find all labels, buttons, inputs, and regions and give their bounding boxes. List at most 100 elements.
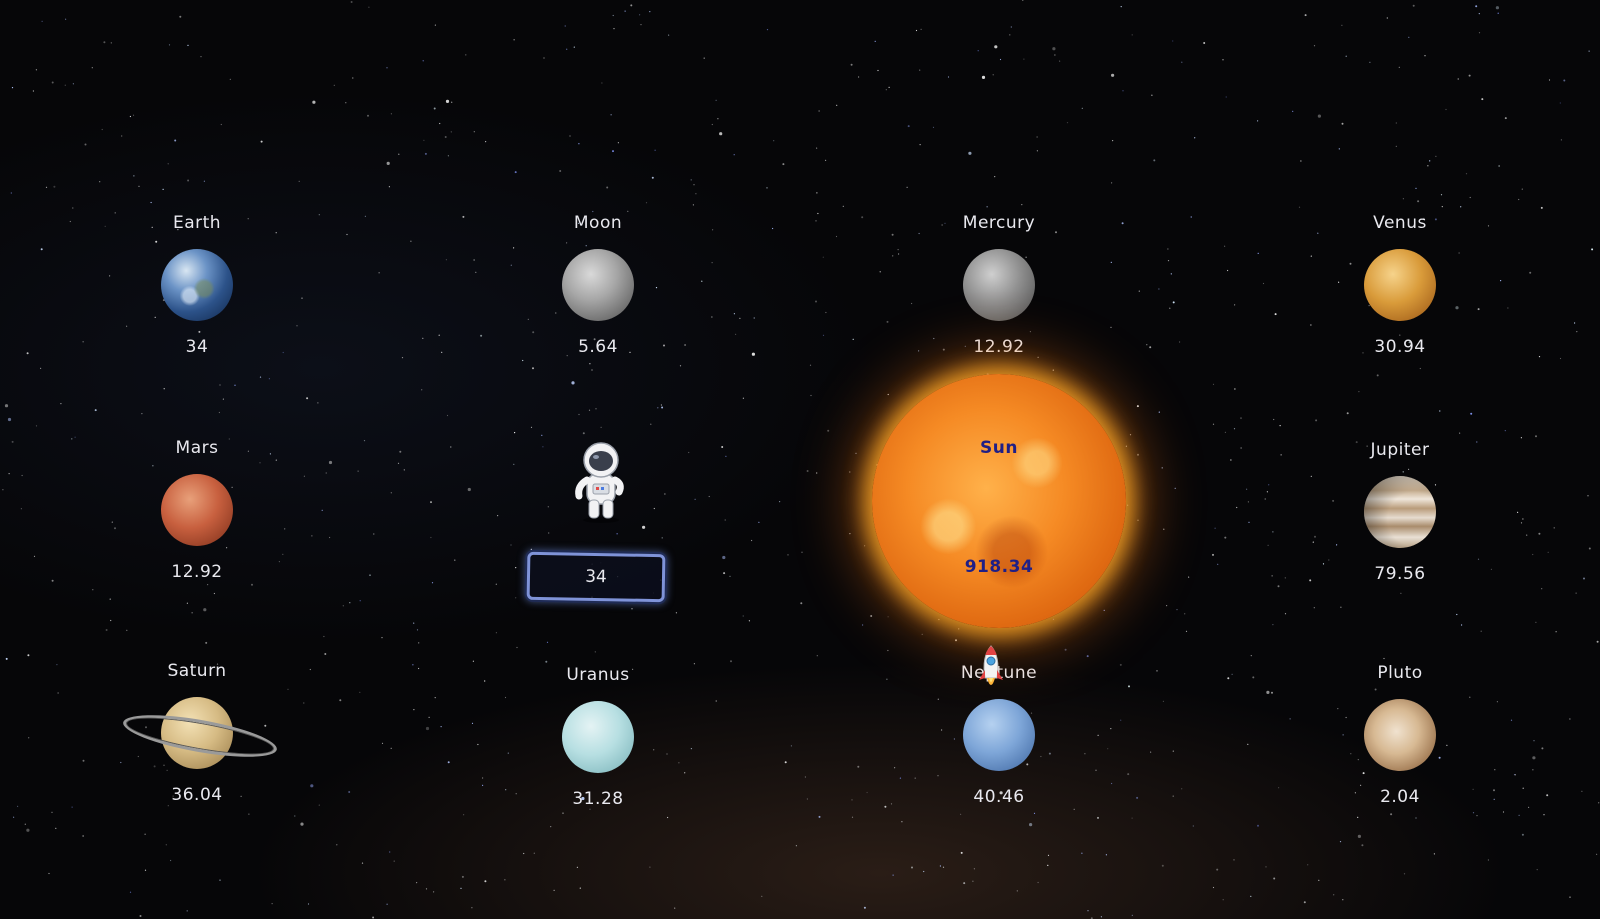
star — [1247, 743, 1249, 746]
mercury-icon — [963, 249, 1035, 321]
star — [1487, 859, 1489, 861]
star — [864, 545, 866, 547]
planet-mars[interactable]: Mars 12.92 — [117, 436, 277, 584]
star — [1470, 412, 1473, 415]
star — [804, 776, 807, 778]
star — [1346, 412, 1349, 415]
planet-moon[interactable]: Moon 5.64 — [518, 211, 678, 359]
star — [7, 417, 12, 422]
star — [1167, 260, 1170, 262]
star — [1313, 607, 1315, 609]
star — [1081, 107, 1083, 109]
star — [1357, 816, 1359, 819]
star — [60, 403, 62, 405]
star — [639, 14, 641, 16]
star — [53, 185, 56, 188]
star — [11, 87, 14, 89]
star — [1230, 459, 1232, 461]
star — [664, 493, 666, 495]
sun[interactable]: Sun 918.34 — [872, 374, 1126, 628]
star — [1341, 24, 1343, 26]
star — [887, 616, 889, 618]
star — [71, 806, 73, 808]
star — [514, 171, 517, 174]
star — [630, 4, 633, 7]
star — [234, 384, 236, 386]
star — [82, 835, 84, 837]
planet-earth[interactable]: Earth 34 — [117, 211, 277, 359]
star — [1233, 859, 1235, 861]
star — [606, 186, 609, 189]
star — [835, 235, 838, 238]
planet-pluto[interactable]: Pluto 2.04 — [1320, 661, 1480, 809]
planet-earth-name: Earth — [172, 213, 222, 233]
star — [92, 589, 94, 591]
star — [446, 414, 449, 417]
star — [795, 845, 798, 847]
planet-moon-name: Moon — [573, 213, 623, 233]
star — [1284, 577, 1286, 579]
star — [110, 42, 112, 44]
star — [104, 225, 106, 227]
star — [1265, 866, 1267, 868]
planet-jupiter[interactable]: Jupiter 79.56 — [1320, 438, 1480, 586]
planet-saturn[interactable]: Saturn 36.04 — [117, 659, 280, 807]
star — [513, 39, 515, 41]
star — [1174, 487, 1176, 489]
star — [56, 664, 58, 666]
star — [372, 916, 375, 919]
star — [617, 142, 620, 144]
planet-venus[interactable]: Venus 30.94 — [1320, 211, 1480, 359]
star — [886, 320, 889, 323]
star — [1520, 437, 1522, 439]
star — [4, 404, 9, 408]
star — [163, 388, 165, 390]
star — [422, 337, 424, 339]
star — [1047, 854, 1050, 857]
star — [1033, 812, 1036, 815]
star — [109, 275, 111, 277]
star — [694, 498, 696, 500]
star — [1167, 248, 1169, 250]
star — [661, 406, 664, 409]
star — [920, 28, 922, 30]
star — [309, 668, 311, 671]
star — [282, 553, 284, 556]
star — [1131, 34, 1133, 36]
star — [389, 851, 391, 853]
star — [703, 57, 705, 59]
star — [186, 602, 188, 604]
star — [484, 880, 487, 883]
star — [1289, 718, 1291, 720]
star — [1304, 14, 1307, 17]
star — [1264, 498, 1266, 500]
star — [364, 215, 366, 217]
star — [179, 15, 182, 18]
planet-moon-weight: 5.64 — [578, 337, 618, 357]
star — [1246, 488, 1248, 490]
star — [559, 170, 562, 172]
star — [462, 215, 465, 218]
weight-input[interactable] — [526, 551, 666, 603]
planet-uranus[interactable]: Uranus 31.28 — [518, 663, 678, 811]
planet-venus-weight: 30.94 — [1374, 337, 1426, 357]
star — [48, 872, 50, 875]
planet-jupiter-name: Jupiter — [1370, 440, 1430, 460]
star — [892, 255, 894, 257]
star — [1340, 606, 1342, 608]
star — [219, 879, 221, 881]
star — [921, 633, 923, 636]
star — [1518, 198, 1520, 201]
planet-mercury[interactable]: Mercury 12.92 — [919, 211, 1079, 359]
star — [1533, 740, 1535, 742]
star — [1314, 535, 1316, 538]
star — [613, 28, 615, 30]
star — [514, 432, 516, 434]
star — [1169, 307, 1171, 309]
star — [1100, 916, 1102, 918]
star — [444, 136, 447, 138]
star — [416, 882, 418, 884]
star — [298, 180, 300, 182]
star — [268, 378, 270, 380]
star — [287, 688, 289, 690]
